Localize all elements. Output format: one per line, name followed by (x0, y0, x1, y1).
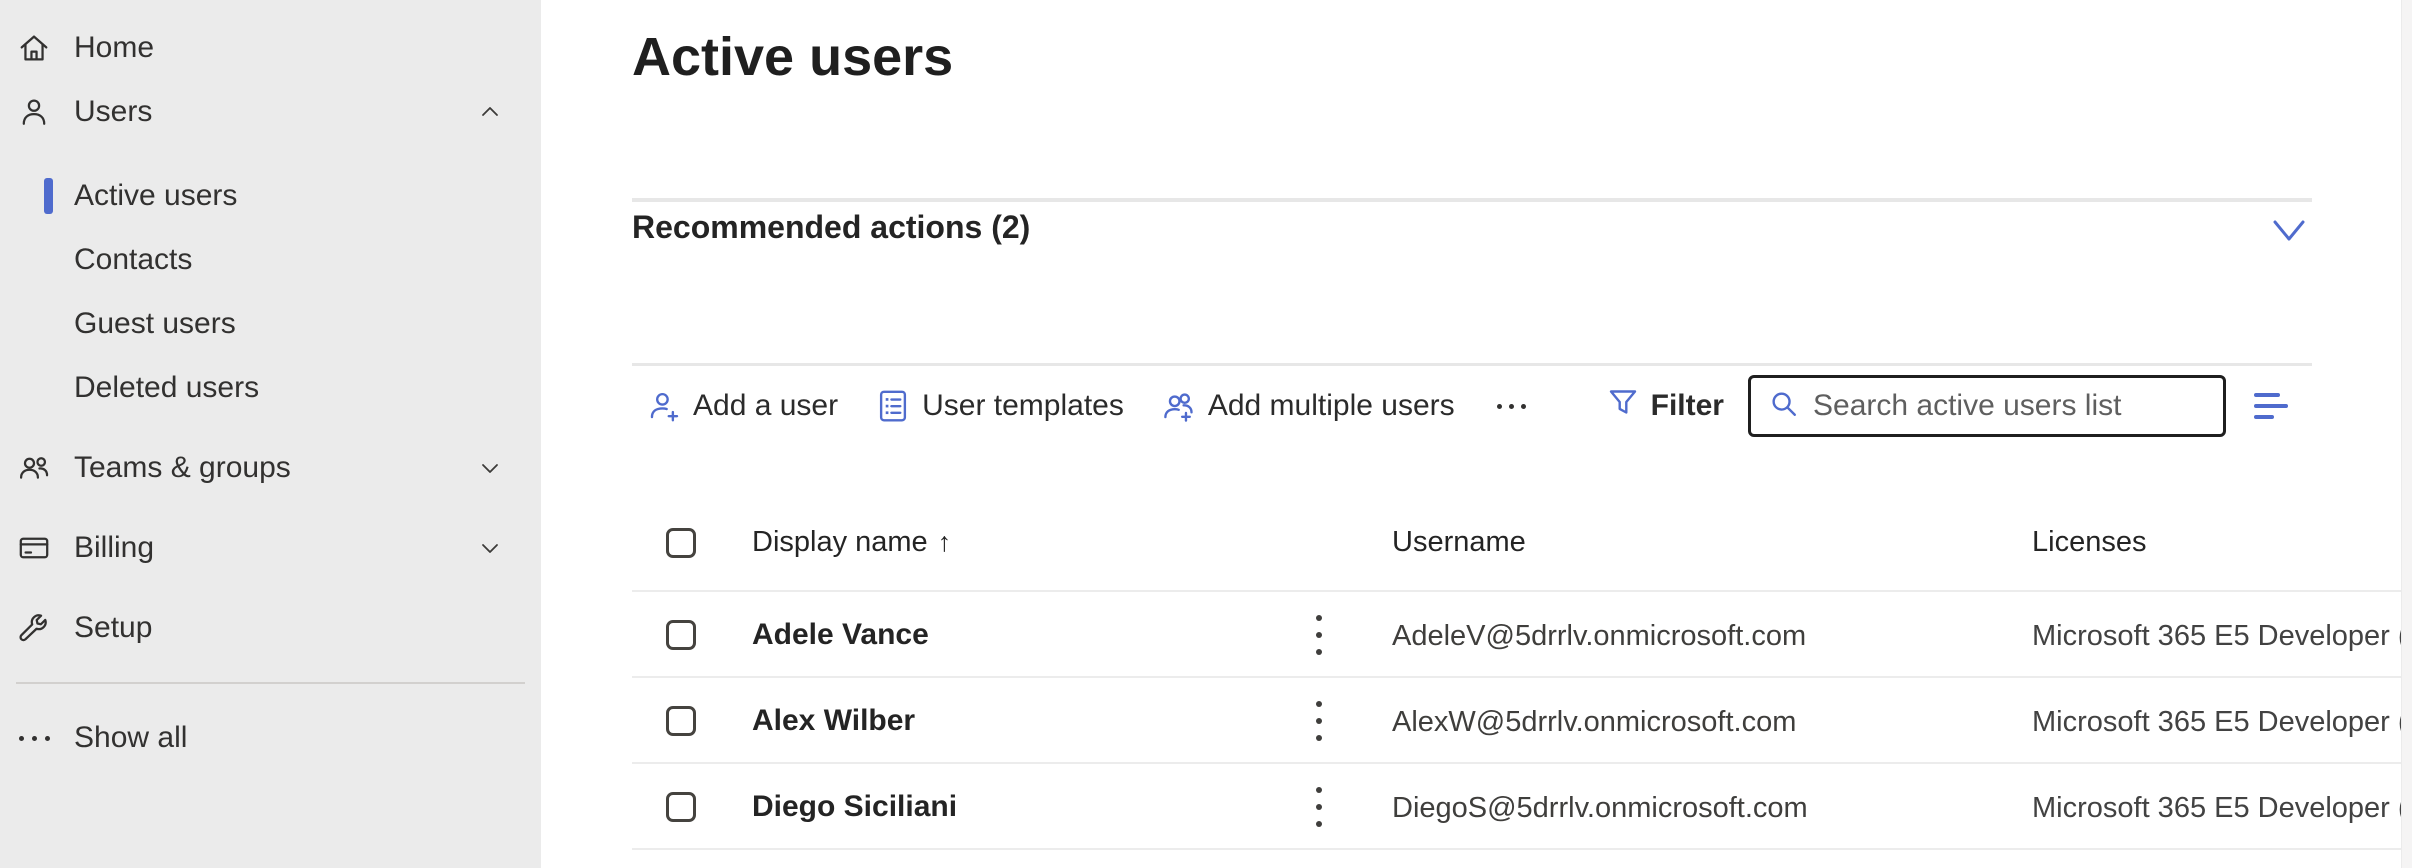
sidebar-item-billing[interactable]: Billing (0, 516, 541, 580)
licenses-cell: Microsoft 365 E5 Developer (withou (2032, 706, 2412, 739)
column-header-display-name[interactable]: Display name ↑ (752, 526, 951, 559)
vertical-ellipsis-icon (1316, 701, 1322, 707)
sidebar-item-label: Active users (74, 179, 237, 213)
sidebar-item-deleted-users[interactable]: Deleted users (0, 356, 541, 420)
search-box[interactable] (1748, 375, 2226, 437)
chevron-up-icon (475, 97, 505, 127)
search-icon (1767, 387, 1801, 426)
row-more-actions-button[interactable] (1305, 695, 1333, 747)
sidebar-item-teams-groups[interactable]: Teams & groups (0, 436, 541, 500)
chevron-down-icon (475, 453, 505, 483)
sidebar-item-contacts[interactable]: Contacts (0, 228, 541, 292)
sidebar-item-active-users[interactable]: Active users (0, 164, 541, 228)
add-user-icon (645, 387, 683, 425)
ellipsis-icon (14, 718, 54, 758)
more-ellipsis-icon (1497, 404, 1502, 409)
table-row[interactable]: Alex Wilber AlexW@5drrlv.onmicrosoft.com… (541, 678, 2412, 764)
sidebar-divider (16, 682, 525, 684)
recommended-actions-expand-button[interactable] (2267, 215, 2311, 247)
licenses-cell: Microsoft 365 E5 Developer (withou (2032, 620, 2412, 653)
sidebar-item-label: Teams & groups (74, 451, 291, 485)
row-more-actions-button[interactable] (1305, 781, 1333, 833)
users-sub-menu: Active users Contacts Guest users Delete… (0, 164, 541, 420)
toolbar-button-label: Add a user (693, 389, 838, 423)
sidebar-item-label: Deleted users (74, 371, 259, 405)
people-icon (14, 448, 54, 488)
vertical-ellipsis-icon (1316, 787, 1322, 793)
table-row[interactable]: Diego Siciliani DiegoS@5drrlv.onmicrosof… (541, 764, 2412, 850)
column-header-username[interactable]: Username (1392, 526, 1526, 559)
home-icon (14, 28, 54, 68)
search-input[interactable] (1813, 389, 2209, 423)
main-content: Active users Recommended actions (2) Add… (541, 0, 2412, 868)
selected-indicator (44, 178, 53, 214)
sidebar-item-guest-users[interactable]: Guest users (0, 292, 541, 356)
table-header-row: Display name ↑ Username Licenses (541, 500, 2412, 592)
toolbar-button-label: User templates (922, 389, 1124, 423)
section-divider (632, 198, 2312, 202)
row-more-actions-button[interactable] (1305, 609, 1333, 661)
display-name-cell: Adele Vance (752, 618, 929, 652)
row-checkbox[interactable] (666, 620, 696, 650)
display-name-cell: Alex Wilber (752, 704, 915, 738)
sidebar-item-label: Setup (74, 611, 152, 645)
filter-label: Filter (1651, 389, 1724, 423)
sidebar-item-label: Users (74, 95, 152, 129)
chevron-down-icon (475, 533, 505, 563)
sidebar-item-label: Billing (74, 531, 154, 565)
left-navigation: Home Users Active users Contacts Guest u… (0, 0, 541, 868)
filter-funnel-icon (1605, 384, 1641, 428)
add-a-user-button[interactable]: Add a user (645, 387, 838, 425)
column-header-licenses[interactable]: Licenses (2032, 526, 2146, 559)
vertical-ellipsis-icon (1316, 615, 1322, 621)
table-row[interactable]: Adele Vance AdeleV@5drrlv.onmicrosoft.co… (541, 592, 2412, 678)
sidebar-item-home[interactable]: Home (0, 16, 541, 80)
filter-button[interactable]: Filter (1605, 384, 1724, 428)
licenses-cell: Microsoft 365 E5 Developer (withou (2032, 792, 2412, 825)
billing-card-icon (14, 528, 54, 568)
sort-lines-icon[interactable] (2250, 389, 2292, 423)
sidebar-item-show-all[interactable]: Show all (0, 706, 541, 770)
more-actions-button[interactable] (1491, 404, 1532, 409)
display-name-cell: Diego Siciliani (752, 790, 957, 824)
row-checkbox[interactable] (666, 792, 696, 822)
vertical-scrollbar[interactable] (2401, 0, 2412, 868)
username-cell: DiegoS@5drrlv.onmicrosoft.com (1392, 792, 1808, 825)
add-multiple-users-icon (1160, 387, 1198, 425)
user-templates-icon (874, 387, 912, 425)
sidebar-item-label: Contacts (74, 243, 192, 277)
username-cell: AdeleV@5drrlv.onmicrosoft.com (1392, 620, 1806, 653)
sidebar-item-users[interactable]: Users (0, 80, 541, 144)
row-checkbox[interactable] (666, 706, 696, 736)
person-icon (14, 92, 54, 132)
wrench-icon (14, 608, 54, 648)
sort-ascending-icon: ↑ (938, 527, 952, 557)
row-divider (632, 848, 2412, 850)
username-cell: AlexW@5drrlv.onmicrosoft.com (1392, 706, 1796, 739)
add-multiple-users-button[interactable]: Add multiple users (1160, 387, 1455, 425)
user-templates-button[interactable]: User templates (874, 387, 1124, 425)
toolbar-right-group: Filter (1605, 372, 2292, 440)
sidebar-item-label: Guest users (74, 307, 236, 341)
sidebar-item-label: Show all (74, 721, 187, 755)
page-title: Active users (632, 26, 953, 88)
select-all-checkbox[interactable] (666, 528, 696, 558)
column-header-label: Display name (752, 526, 928, 558)
chevron-down-icon (2267, 215, 2311, 247)
toolbar-button-label: Add multiple users (1208, 389, 1455, 423)
recommended-actions-heading[interactable]: Recommended actions (2) (632, 209, 1030, 246)
section-divider (632, 363, 2312, 366)
sidebar-item-setup[interactable]: Setup (0, 596, 541, 660)
sidebar-item-label: Home (74, 31, 154, 65)
toolbar-left-group: Add a user User templates (645, 372, 1532, 440)
actions-toolbar: Add a user User templates (541, 372, 2412, 440)
